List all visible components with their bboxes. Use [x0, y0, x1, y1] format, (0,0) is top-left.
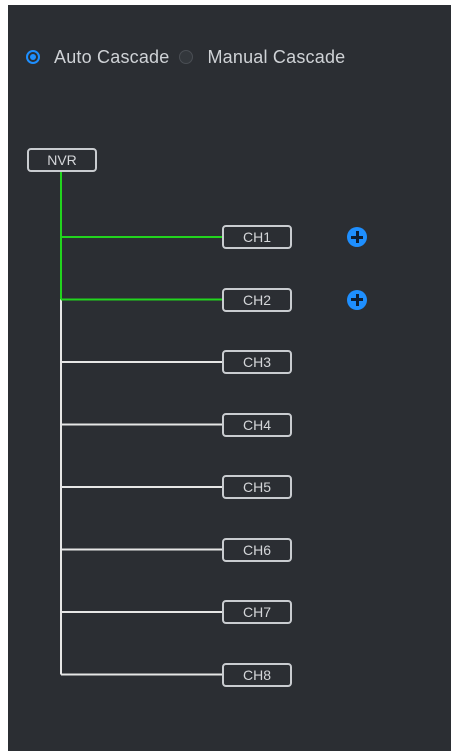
channel-label: CH8: [242, 666, 271, 683]
cascade-tree-lines: [60, 172, 222, 676]
nvr-root-node[interactable]: NVR: [27, 148, 97, 172]
channel-label: CH4: [242, 416, 271, 433]
channel-label: CH7: [242, 604, 271, 620]
channel-node-ch6[interactable]: CH6: [222, 537, 292, 562]
channel-node-ch7[interactable]: CH7: [222, 600, 292, 624]
channel-label: CH3: [242, 354, 271, 370]
channel-node-ch2[interactable]: CH2: [222, 287, 292, 312]
channel-label: CH5: [242, 479, 271, 495]
channel-node-ch1[interactable]: CH1: [222, 225, 292, 249]
nvr-root-label: NVR: [47, 152, 77, 168]
add-device-button-ch1[interactable]: [347, 227, 367, 247]
channel-label: CH6: [242, 541, 271, 558]
channel-node-ch4[interactable]: CH4: [222, 412, 292, 437]
channel-label: CH2: [242, 291, 271, 308]
channel-label: CH1: [242, 229, 271, 245]
channel-node-ch5[interactable]: CH5: [222, 475, 292, 499]
add-device-button-ch2[interactable]: [347, 289, 367, 310]
channel-node-ch8[interactable]: CH8: [222, 662, 292, 687]
channel-node-ch3[interactable]: CH3: [222, 350, 292, 374]
